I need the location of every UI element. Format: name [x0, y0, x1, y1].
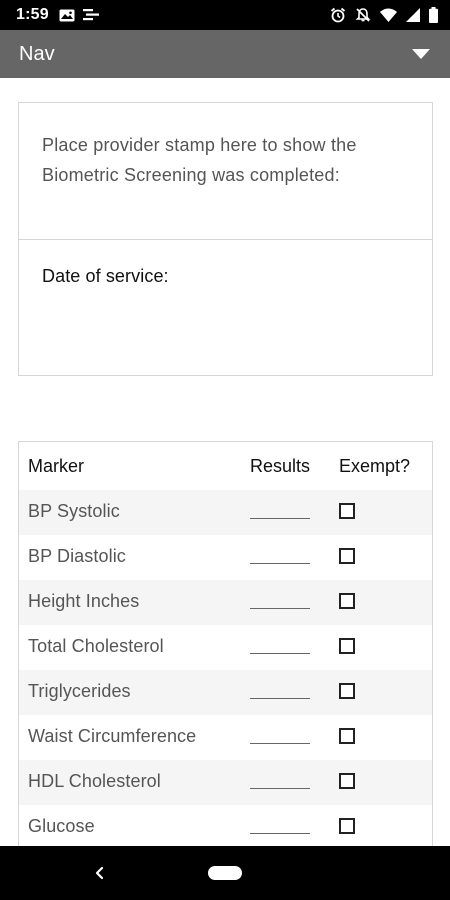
do-not-disturb-icon	[355, 7, 371, 23]
result-blank[interactable]	[250, 698, 310, 699]
table-row: BP Diastolic	[19, 535, 432, 580]
exempt-checkbox[interactable]	[339, 683, 355, 699]
biometric-marker-table: Marker Results Exempt? BP Systolic BP Di…	[18, 441, 433, 846]
table-row: Total Cholesterol	[19, 625, 432, 670]
nav-title: Nav	[19, 42, 55, 65]
exempt-checkbox[interactable]	[339, 593, 355, 609]
exempt-checkbox[interactable]	[339, 818, 355, 834]
marker-name: BP Diastolic	[28, 546, 126, 566]
home-pill-icon[interactable]	[208, 866, 242, 880]
marker-name: Waist Circumference	[28, 726, 197, 746]
result-blank[interactable]	[250, 833, 310, 834]
table-row: Glucose	[19, 805, 432, 846]
signal-icon	[406, 8, 420, 22]
exempt-checkbox[interactable]	[339, 503, 355, 519]
result-blank[interactable]	[250, 608, 310, 609]
marker-name: Triglycerides	[28, 681, 131, 701]
table-row: Height Inches	[19, 580, 432, 625]
wifi-icon	[380, 8, 397, 22]
marker-column-header: Marker	[28, 455, 85, 476]
table-header: Marker Results Exempt?	[19, 442, 432, 490]
stamp-instructions: Place provider stamp here to show the Bi…	[42, 135, 357, 185]
table-row: HDL Cholesterol	[19, 760, 432, 805]
table-row: Waist Circumference	[19, 715, 432, 760]
result-blank[interactable]	[250, 653, 310, 654]
exempt-checkbox[interactable]	[339, 773, 355, 789]
result-blank[interactable]	[250, 563, 310, 564]
exempt-checkbox[interactable]	[339, 728, 355, 744]
date-of-service-label: Date of service:	[42, 266, 169, 286]
system-navigation-bar	[0, 846, 450, 900]
table-row: Triglycerides	[19, 670, 432, 715]
status-time: 1:59	[16, 6, 49, 23]
alarm-icon	[330, 7, 346, 23]
battery-icon	[429, 7, 438, 23]
result-blank[interactable]	[250, 518, 310, 519]
caret-down-icon	[412, 49, 430, 59]
status-icons	[321, 7, 438, 23]
provider-stamp-box: Place provider stamp here to show the Bi…	[18, 102, 433, 376]
photo-icon	[59, 9, 75, 22]
results-column-header: Results	[250, 455, 311, 476]
exempt-checkbox[interactable]	[339, 638, 355, 654]
result-blank[interactable]	[250, 788, 310, 789]
marker-name: Glucose	[28, 816, 95, 836]
nav-bar: Nav	[0, 30, 450, 78]
marker-name: Total Cholesterol	[28, 636, 164, 656]
result-blank[interactable]	[250, 743, 310, 744]
notification-icon	[82, 8, 99, 22]
stamp-area: Place provider stamp here to show the Bi…	[19, 103, 432, 240]
back-chevron-icon[interactable]	[90, 863, 110, 883]
marker-name: BP Systolic	[28, 501, 120, 521]
date-of-service-area: Date of service:	[19, 240, 432, 287]
table-body: BP Systolic BP Diastolic Height Inches T…	[19, 490, 432, 846]
exempt-column-header: Exempt?	[339, 455, 411, 476]
table-row: BP Systolic	[19, 490, 432, 535]
marker-name: Height Inches	[28, 591, 140, 611]
exempt-checkbox[interactable]	[339, 548, 355, 564]
marker-name: HDL Cholesterol	[28, 771, 161, 791]
status-bar: 1:59	[0, 0, 450, 30]
main-content[interactable]: Place provider stamp here to show the Bi…	[0, 78, 450, 846]
nav-menu-toggle[interactable]	[408, 45, 434, 63]
